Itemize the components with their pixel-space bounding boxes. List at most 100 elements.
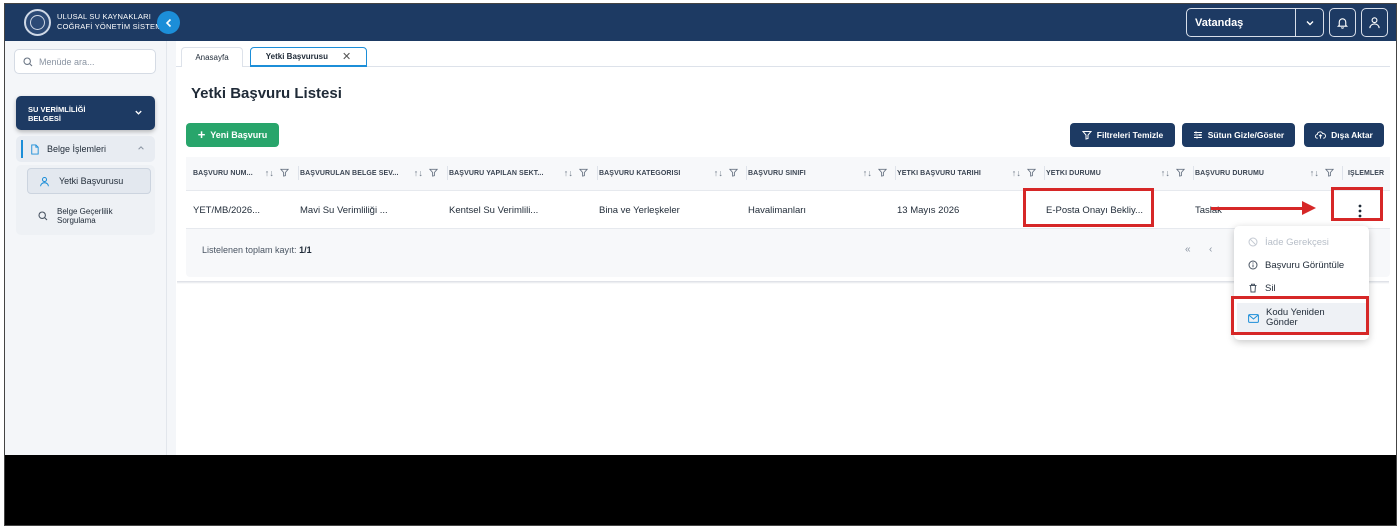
arrow-annotation xyxy=(1211,207,1303,210)
user-icon xyxy=(40,176,49,186)
filter-icon[interactable] xyxy=(280,168,289,177)
cell-sektor: Kentsel Su Verimlili... xyxy=(449,205,539,216)
cell-belge-seviyesi: Mavi Su Verimliliği ... xyxy=(300,205,388,216)
new-application-button[interactable]: + Yeni Başvuru xyxy=(186,123,279,147)
label-line-1: Belge Geçerlilik xyxy=(57,207,113,216)
column-divider xyxy=(597,166,598,180)
pager-first-button[interactable]: « xyxy=(1185,244,1191,255)
highlight-yetki-durumu xyxy=(1023,188,1154,227)
sidebar-item-yetki-basvurusu[interactable]: Yetki Başvurusu xyxy=(27,168,151,194)
search-icon xyxy=(23,56,33,66)
chevron-left-icon xyxy=(165,18,171,27)
export-label: Dışa Aktar xyxy=(1331,130,1373,140)
sort-icon[interactable]: ↑↓ xyxy=(863,168,872,178)
new-application-label: Yeni Başvuru xyxy=(210,130,268,140)
column-divider xyxy=(298,166,299,180)
filter-icon[interactable] xyxy=(579,168,588,177)
column-divider xyxy=(1044,166,1045,180)
arrow-head-icon xyxy=(1302,201,1316,215)
column-divider xyxy=(1342,166,1343,180)
clear-filters-button[interactable]: Filtreleri Temizle xyxy=(1070,123,1175,147)
menu-item-iade-gerekcesi: İade Gerekçesi xyxy=(1234,234,1369,250)
cell-sinif: Havalimanları xyxy=(748,205,807,216)
cell-basvuru-tarihi: 13 Mayıs 2026 xyxy=(897,205,960,216)
total-records: Listelenen toplam kayıt: 1/1 xyxy=(202,245,312,255)
filter-icon[interactable] xyxy=(729,168,738,177)
pager-prev-button[interactable]: ‹ xyxy=(1209,244,1212,255)
sort-icon[interactable]: ↑↓ xyxy=(265,168,274,178)
column-header-label: BAŞVURU NUM... xyxy=(193,169,253,177)
column-header-label: BAŞVURU KATEGORİSİ xyxy=(599,169,681,177)
menu-search-input[interactable] xyxy=(39,56,139,67)
cell-kategori: Bina ve Yerleşkeler xyxy=(599,205,680,216)
sidebar-section-su-verimliligi[interactable]: SU VERİMLİLİĞİ BELGESİ xyxy=(16,96,155,130)
active-indicator xyxy=(21,140,23,158)
column-header-belge-seviyesi[interactable]: BAŞVURULAN BELGE SEV... ↑↓ xyxy=(300,157,447,189)
menu-item-sil[interactable]: Sil xyxy=(1234,280,1369,296)
sort-icon[interactable]: ↑↓ xyxy=(1161,168,1170,178)
sidebar-item-label: Belge Geçerlilik Sorgulama xyxy=(57,207,113,225)
table-header: BAŞVURU NUM... ↑↓ BAŞVURULAN BELGE SEV..… xyxy=(186,157,1390,189)
notifications-button[interactable] xyxy=(1329,8,1356,37)
sort-icon[interactable]: ↑↓ xyxy=(1310,168,1319,178)
toggle-columns-label: Sütun Gizle/Göster xyxy=(1207,130,1285,140)
user-icon xyxy=(1369,17,1380,29)
sort-icon[interactable]: ↑↓ xyxy=(564,168,573,178)
role-select[interactable]: Vatandaş xyxy=(1186,8,1324,37)
chevron-down-icon xyxy=(135,110,142,115)
sort-icon[interactable]: ↑↓ xyxy=(414,168,423,178)
chevron-up-icon xyxy=(138,146,144,150)
cloud-upload-icon xyxy=(1315,131,1327,139)
data-table: BAŞVURU NUM... ↑↓ BAŞVURULAN BELGE SEV..… xyxy=(186,157,1390,277)
filter-icon[interactable] xyxy=(1027,168,1036,177)
filter-icon[interactable] xyxy=(429,168,438,177)
sidebar-item-label: Yetki Başvurusu xyxy=(59,176,124,186)
highlight-actions-button xyxy=(1331,187,1383,221)
filter-icon[interactable] xyxy=(1325,168,1334,177)
highlight-kodu-yeniden-gonder xyxy=(1231,296,1369,335)
column-header-label: YETKİ BAŞVURU TARİHİ xyxy=(897,169,981,177)
tab-label: Yetki Başvurusu xyxy=(265,52,329,61)
column-header-basvuru-no[interactable]: BAŞVURU NUM... ↑↓ xyxy=(193,157,298,189)
menu-item-label: Sil xyxy=(1265,282,1276,294)
tab-yetki-basvurusu[interactable]: Yetki Başvurusu ✕ xyxy=(250,47,367,67)
column-header-basvuru-durumu[interactable]: BAŞVURU DURUMU ↑↓ xyxy=(1195,157,1343,189)
column-header-label: YETKİ DURUMU xyxy=(1046,169,1101,177)
sidebar: SU VERİMLİLİĞİ BELGESİ Belge İşlemleri Y… xyxy=(5,41,167,455)
sort-icon[interactable]: ↑↓ xyxy=(714,168,723,178)
app-window: ULUSAL SU KAYNAKLARI COĞRAFİ YÖNETİM SİS… xyxy=(4,3,1397,526)
main-content: Anasayfa Yetki Başvurusu ✕ Yetki Başvuru… xyxy=(176,41,1396,455)
column-header-sektor[interactable]: BAŞVURU YAPILAN SEKT... ↑↓ xyxy=(449,157,597,189)
column-header-basvuru-tarihi[interactable]: YETKİ BAŞVURU TARİHİ ↑↓ xyxy=(897,157,1045,189)
menu-item-basvuru-goruntule[interactable]: Başvuru Görüntüle xyxy=(1234,257,1369,273)
total-records-count: 1/1 xyxy=(299,245,312,255)
column-header-yetki-durumu[interactable]: YETKİ DURUMU ↑↓ xyxy=(1046,157,1194,189)
tab-label: Anasayfa xyxy=(195,53,229,62)
search-icon xyxy=(38,211,48,221)
sort-icon[interactable]: ↑↓ xyxy=(1012,168,1021,178)
sidebar-item-belge-gecerlilik[interactable]: Belge Geçerlilik Sorgulama xyxy=(27,201,151,231)
filter-icon[interactable] xyxy=(1176,168,1185,177)
label-line-2: Sorgulama xyxy=(57,216,96,225)
tab-anasayfa[interactable]: Anasayfa xyxy=(181,47,243,67)
cell-basvuru-no: YET/MB/2026... xyxy=(193,205,261,216)
app-logo-text: ULUSAL SU KAYNAKLARI COĞRAFİ YÖNETİM SİS… xyxy=(57,12,164,32)
export-button[interactable]: Dışa Aktar xyxy=(1304,123,1384,147)
chevron-down-icon xyxy=(1295,9,1323,36)
sidebar-group-belge-islemleri[interactable]: Belge İşlemleri xyxy=(16,136,155,162)
filter-clear-icon xyxy=(1081,131,1092,140)
toggle-columns-button[interactable]: Sütun Gizle/Göster xyxy=(1182,123,1295,147)
sidebar-collapse-button[interactable] xyxy=(157,11,180,34)
column-header-kategori[interactable]: BAŞVURU KATEGORİSİ ↑↓ xyxy=(599,157,747,189)
table-row[interactable]: YET/MB/2026... Mavi Su Verimliliği ... K… xyxy=(186,190,1390,229)
user-profile-button[interactable] xyxy=(1361,8,1388,37)
bell-icon xyxy=(1336,18,1349,29)
tab-bar: Anasayfa Yetki Başvurusu ✕ xyxy=(176,47,1390,67)
filter-icon[interactable] xyxy=(878,168,887,177)
column-header-sinif[interactable]: BAŞVURU SINIFI ↑↓ xyxy=(748,157,896,189)
close-icon[interactable]: ✕ xyxy=(342,50,351,63)
column-header-label: BAŞVURU DURUMU xyxy=(1195,169,1265,177)
menu-search[interactable] xyxy=(14,49,156,74)
ban-icon xyxy=(1248,237,1258,247)
column-divider xyxy=(1193,166,1194,180)
